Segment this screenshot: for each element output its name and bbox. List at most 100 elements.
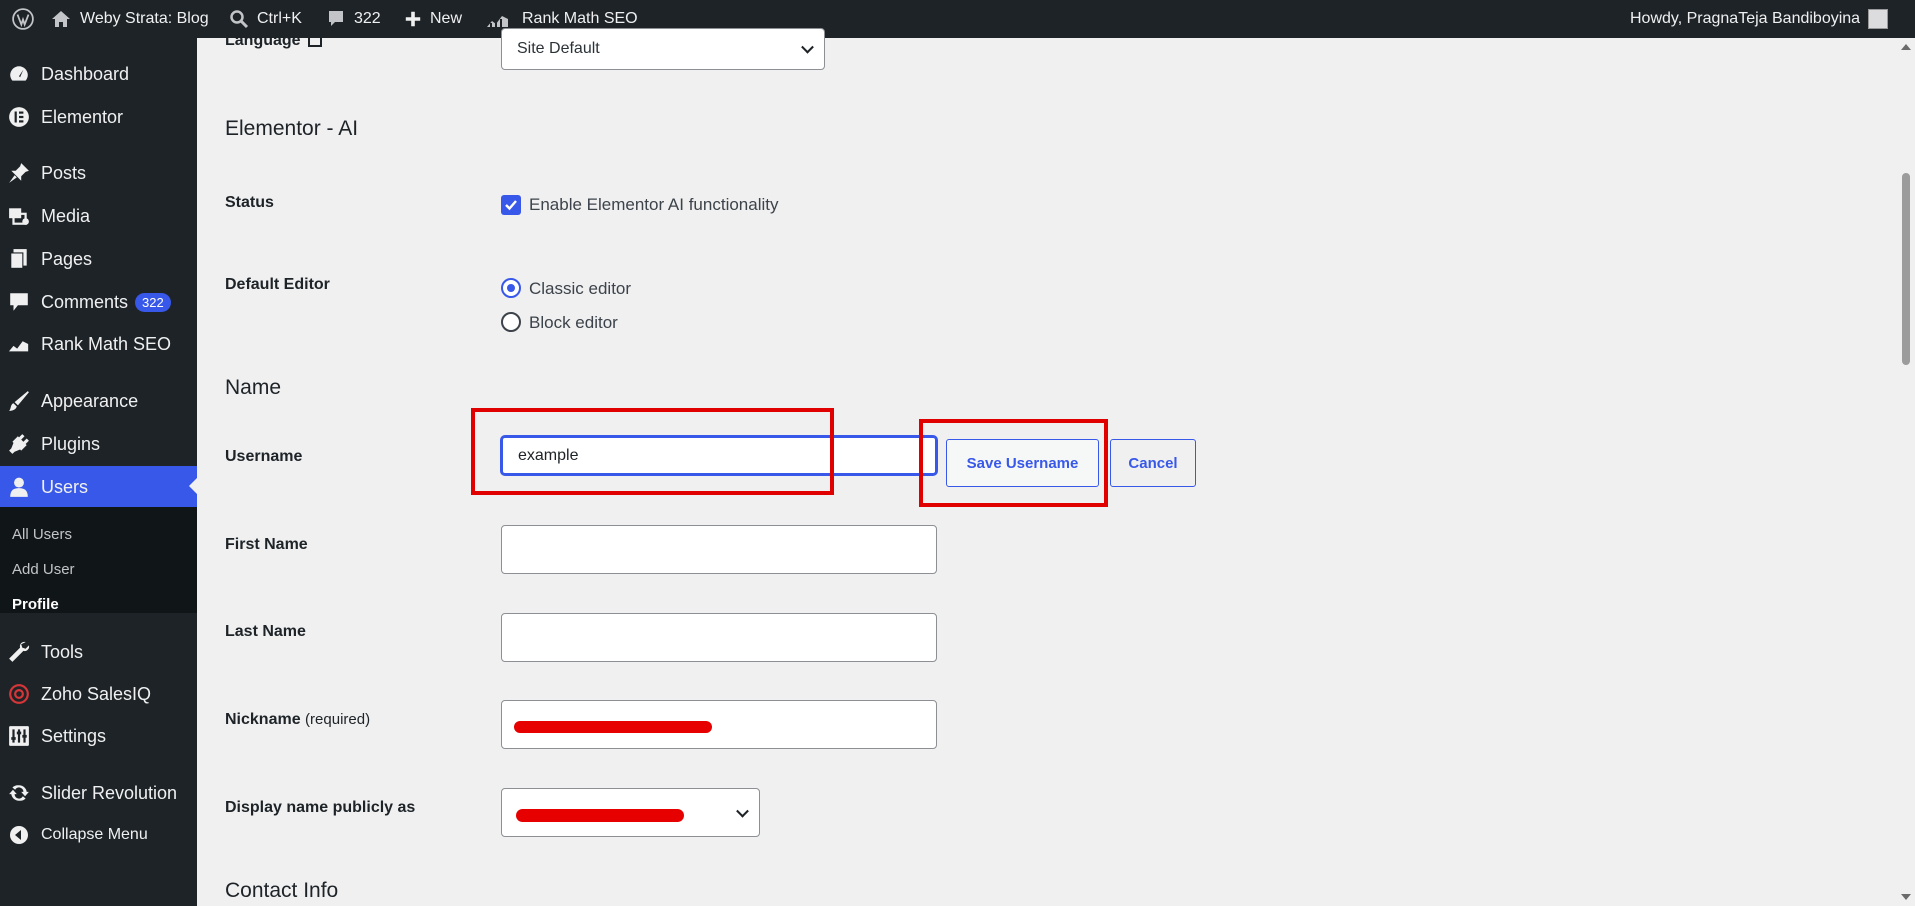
last-name-input[interactable] bbox=[501, 613, 937, 662]
collapse-menu-button[interactable]: Collapse Menu bbox=[0, 815, 197, 855]
brush-icon bbox=[8, 390, 30, 412]
plug-icon bbox=[8, 433, 30, 455]
media-icon bbox=[8, 205, 30, 227]
name-heading: Name bbox=[225, 376, 282, 399]
elementor-ai-checkbox-label[interactable]: Enable Elementor AI functionality bbox=[529, 195, 778, 215]
redaction-mark bbox=[514, 721, 712, 733]
checkmark-icon bbox=[505, 200, 517, 211]
sidebar-item-posts[interactable]: Posts bbox=[0, 153, 197, 193]
comments-icon bbox=[8, 291, 30, 313]
submenu-profile[interactable]: Profile bbox=[12, 596, 59, 613]
scroll-up-arrow-icon[interactable] bbox=[1901, 44, 1911, 50]
comments-count: 322 bbox=[354, 10, 381, 27]
sidebar-item-label: Appearance bbox=[41, 390, 139, 411]
new-label: New bbox=[430, 10, 463, 27]
sidebar-item-label: Tools bbox=[41, 641, 84, 662]
sidebar-item-slider-revolution[interactable]: Slider Revolution bbox=[0, 773, 197, 813]
sidebar-item-pages[interactable]: Pages bbox=[0, 239, 197, 279]
settings-icon bbox=[8, 725, 30, 747]
comment-icon bbox=[329, 11, 343, 26]
collapse-icon bbox=[8, 824, 30, 846]
submenu-add-user[interactable]: Add User bbox=[12, 561, 75, 578]
block-editor-radio[interactable] bbox=[501, 312, 521, 332]
contact-info-heading: Contact Info bbox=[225, 879, 339, 902]
required-note: (required) bbox=[305, 711, 371, 728]
username-label: Username bbox=[225, 448, 303, 465]
first-name-label: First Name bbox=[225, 536, 308, 553]
language-label: Language bbox=[225, 32, 323, 50]
redaction-mark bbox=[516, 809, 684, 822]
chevron-down-icon bbox=[736, 804, 749, 818]
sidebar-item-label: Users bbox=[41, 476, 89, 497]
elementor-icon bbox=[8, 106, 30, 128]
site-name: Weby Strata: Blog bbox=[80, 10, 209, 27]
site-name-link[interactable]: Weby Strata: Blog bbox=[50, 0, 209, 38]
sidebar-item-rank-math[interactable]: Rank Math SEO bbox=[0, 324, 197, 364]
wrench-icon bbox=[8, 641, 30, 663]
elementor-ai-heading: Elementor - AI bbox=[225, 117, 359, 140]
new-content-link[interactable]: New bbox=[404, 0, 462, 38]
comments-count-badge: 322 bbox=[135, 292, 171, 312]
sidebar-item-label: Slider Revolution bbox=[41, 782, 178, 803]
translate-icon bbox=[308, 33, 323, 47]
sidebar-item-dashboard[interactable]: Dashboard bbox=[0, 54, 197, 94]
user-icon bbox=[8, 476, 30, 498]
annotation-box-username bbox=[471, 408, 834, 495]
first-name-input[interactable] bbox=[501, 525, 937, 574]
sidebar-item-settings[interactable]: Settings bbox=[0, 716, 197, 756]
nickname-input[interactable] bbox=[501, 700, 937, 749]
zoho-icon bbox=[8, 683, 30, 705]
last-name-label: Last Name bbox=[225, 623, 306, 640]
dashboard-icon bbox=[8, 63, 30, 85]
sidebar-item-label: Pages bbox=[41, 248, 93, 269]
home-icon bbox=[52, 11, 70, 27]
classic-editor-radio[interactable] bbox=[501, 278, 521, 298]
sidebar-item-label: Posts bbox=[41, 162, 87, 183]
language-select[interactable]: Site Default bbox=[501, 28, 825, 70]
users-submenu: All Users Add User Profile bbox=[0, 507, 197, 613]
sidebar-item-appearance[interactable]: Appearance bbox=[0, 381, 197, 421]
pages-icon bbox=[8, 248, 30, 270]
block-editor-label[interactable]: Block editor bbox=[529, 313, 618, 333]
sidebar-item-label: Media bbox=[41, 205, 91, 226]
cancel-button[interactable]: Cancel bbox=[1110, 439, 1196, 487]
sidebar-item-users[interactable]: Users bbox=[0, 466, 197, 508]
status-label: Status bbox=[225, 194, 274, 211]
rank-math-label: Rank Math SEO bbox=[522, 10, 638, 27]
scrollbar-thumb[interactable] bbox=[1902, 173, 1910, 365]
pin-icon bbox=[8, 162, 30, 184]
sidebar-item-media[interactable]: Media bbox=[0, 196, 197, 236]
display-name-label: Display name publicly as bbox=[225, 799, 416, 816]
sidebar-item-zoho[interactable]: Zoho SalesIQ bbox=[0, 674, 197, 714]
admin-sidebar: Dashboard Elementor Posts Media Pages Co… bbox=[0, 38, 197, 906]
display-name-select[interactable] bbox=[501, 788, 760, 837]
wordpress-logo-icon[interactable] bbox=[12, 0, 34, 38]
sidebar-item-elementor[interactable]: Elementor bbox=[0, 97, 197, 137]
annotation-box-save bbox=[919, 419, 1108, 507]
submenu-all-users[interactable]: All Users bbox=[12, 526, 72, 543]
howdy-text: Howdy, PragnaTeja Bandiboyina bbox=[1630, 10, 1861, 27]
sidebar-item-tools[interactable]: Tools bbox=[0, 632, 197, 672]
rank-math-icon bbox=[487, 16, 508, 27]
refresh-icon bbox=[8, 782, 30, 804]
classic-editor-label[interactable]: Classic editor bbox=[529, 279, 631, 299]
my-account-link[interactable]: Howdy, PragnaTeja Bandiboyina bbox=[1630, 0, 1889, 38]
default-editor-label: Default Editor bbox=[225, 276, 330, 293]
sidebar-item-label: Dashboard bbox=[41, 63, 130, 84]
search-shortcut-label: Ctrl+K bbox=[257, 10, 302, 27]
plus-icon bbox=[405, 11, 421, 27]
avatar bbox=[1868, 9, 1889, 29]
language-select-value: Site Default bbox=[517, 40, 600, 57]
sidebar-item-plugins[interactable]: Plugins bbox=[0, 424, 197, 464]
sidebar-item-label: Comments bbox=[41, 291, 129, 312]
rank-math-icon bbox=[8, 333, 30, 355]
sidebar-item-label: Rank Math SEO bbox=[41, 333, 172, 354]
page-scrollbar[interactable] bbox=[1897, 38, 1915, 906]
sidebar-item-comments[interactable]: Comments 322 bbox=[0, 282, 197, 322]
search-icon bbox=[230, 10, 249, 29]
comments-link[interactable]: 322 bbox=[326, 0, 381, 38]
nickname-label: Nickname (required) bbox=[225, 711, 371, 728]
sidebar-item-label: Collapse Menu bbox=[41, 826, 148, 843]
scroll-down-arrow-icon[interactable] bbox=[1901, 894, 1911, 900]
elementor-ai-checkbox[interactable] bbox=[501, 195, 521, 215]
